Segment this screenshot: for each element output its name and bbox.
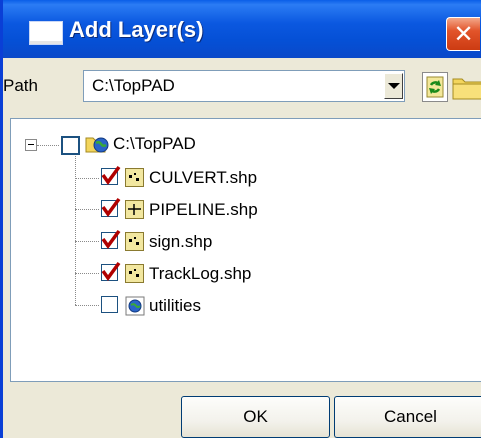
tree-item-label: CULVERT.shp <box>149 168 258 187</box>
point-layer-icon <box>125 232 144 251</box>
refresh-icon <box>426 76 444 98</box>
point-layer-icon <box>125 168 144 187</box>
path-label: Path <box>3 76 38 95</box>
checkmark-icon <box>101 197 121 217</box>
tree-item-culvert[interactable]: CULVERT.shp <box>3 165 481 191</box>
tree-root-item[interactable]: C:\TopPAD <box>3 131 481 157</box>
checkmark-icon <box>101 165 121 185</box>
globe-folder-icon <box>125 296 145 316</box>
line-layer-icon <box>125 200 144 219</box>
tree-item-label: C:\TopPAD <box>113 134 196 153</box>
tree-item-utilities[interactable]: utilities <box>3 293 481 319</box>
window-icon <box>29 21 63 45</box>
tree-item-label: sign.shp <box>149 232 213 251</box>
ok-button[interactable]: OK <box>181 396 330 438</box>
path-dropdown-button[interactable] <box>384 73 403 99</box>
path-combobox[interactable]: C:\TopPAD <box>83 70 405 102</box>
close-icon: ✕ <box>453 20 474 48</box>
layer-checkbox[interactable] <box>101 165 121 185</box>
tree-item-tracklog[interactable]: TrackLog.shp <box>3 261 481 287</box>
tree-item-sign[interactable]: sign.shp <box>3 229 481 255</box>
tree-item-label: utilities <box>149 296 201 315</box>
window-title: Add Layer(s) <box>69 17 204 42</box>
layer-checkbox[interactable] <box>101 197 121 217</box>
checkmark-icon <box>101 261 121 281</box>
cancel-button[interactable]: Cancel <box>334 396 481 438</box>
root-checkbox[interactable] <box>61 136 80 155</box>
add-layers-dialog: Add Layer(s) ✕ Path C:\TopPAD C:\TopPAD … <box>0 0 481 438</box>
close-button[interactable]: ✕ <box>446 17 480 51</box>
browse-folder-button[interactable] <box>451 72 481 102</box>
layer-checkbox[interactable] <box>101 229 121 249</box>
tree-item-label: PIPELINE.shp <box>149 200 258 219</box>
refresh-button[interactable] <box>422 72 448 102</box>
folder-icon <box>452 78 481 100</box>
tree-item-label: TrackLog.shp <box>149 264 252 283</box>
globe-folder-icon <box>85 137 109 153</box>
layer-checkbox[interactable] <box>101 261 121 281</box>
path-value: C:\TopPAD <box>92 76 175 95</box>
layer-checkbox[interactable] <box>101 296 118 313</box>
tree-item-pipeline[interactable]: PIPELINE.shp <box>3 197 481 223</box>
checkmark-icon <box>101 229 121 249</box>
title-bar[interactable]: Add Layer(s) ✕ <box>3 0 481 58</box>
point-layer-icon <box>125 264 144 283</box>
